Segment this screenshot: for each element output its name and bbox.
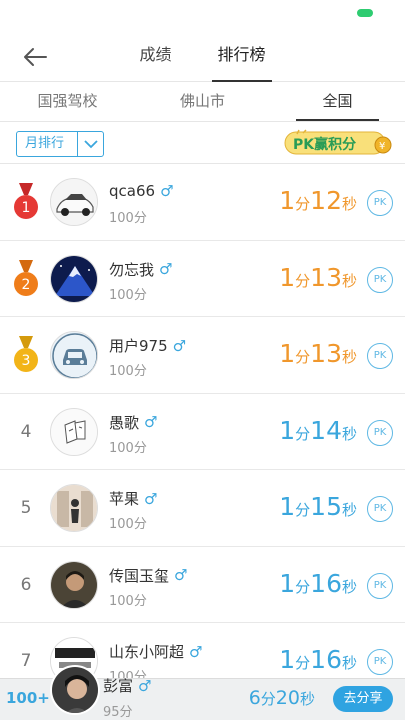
male-icon: ♂ (144, 489, 158, 508)
subtab-city[interactable]: 佛山市 (135, 82, 270, 121)
my-ranking-bar: 100+ 彭富 ♂ 95分 6分20秒 去分享 (0, 665, 405, 720)
user-score: 100分 (109, 364, 147, 379)
room-avatar[interactable] (50, 484, 98, 532)
completion-time: 1分13秒 (279, 262, 357, 292)
completion-time: 1分14秒 (279, 415, 357, 445)
my-score: 95分 (103, 705, 133, 720)
yellow-medal-icon: 3 (14, 336, 38, 372)
list-item[interactable]: 1 qca66 ♂ 100分 1分12秒 PK (0, 164, 405, 241)
svg-text:1: 1 (22, 200, 31, 216)
svg-text:¥: ¥ (379, 141, 385, 152)
filter-bar: 月排行 PK赢积分 ¥ (0, 122, 405, 164)
period-dropdown-label: 月排行 (25, 136, 65, 151)
completion-time: 1分13秒 (279, 339, 357, 368)
completion-time: 1分15秒 (279, 492, 357, 521)
rank-badge: 1 (10, 164, 42, 240)
my-avatar[interactable] (50, 665, 100, 715)
pk-button[interactable]: PK (367, 649, 393, 675)
completion-time: 1分16秒 (279, 568, 357, 598)
rank-badge: 3 (10, 317, 42, 393)
red-medal-icon: 1 (14, 183, 38, 219)
user-name: 愚歌 (109, 413, 140, 432)
pk-button[interactable]: PK (367, 572, 393, 599)
rank-number: 7 (20, 651, 32, 671)
orange-medal-icon: 2 (14, 259, 38, 296)
user-score: 100分 (109, 517, 147, 532)
rank-number: 6 (20, 574, 32, 595)
pk-button[interactable]: PK (367, 266, 393, 293)
user-name: 勿忘我 (109, 260, 155, 279)
user-score: 100分 (109, 593, 147, 609)
user-score: 100分 (109, 287, 147, 303)
user-name: 苹果 (109, 490, 140, 508)
completion-time: 1分16秒 (279, 645, 357, 674)
tab-leaderboard[interactable]: 排行榜 (210, 32, 274, 82)
share-button[interactable]: 去分享 (333, 686, 393, 712)
male-icon: ♂ (174, 566, 188, 584)
male-icon: ♂ (138, 676, 152, 695)
male-icon: ♂ (172, 336, 187, 355)
leaderboard-list[interactable]: 1 qca66 ♂ 100分 1分12秒 PK 2 勿忘我 ♂ 100分 1分1… (0, 164, 405, 678)
male-icon: ♂ (144, 413, 158, 431)
list-item[interactable]: 3 用户975 ♂ 100分 1分13秒 PK (0, 317, 405, 394)
list-item[interactable]: 6 传国玉玺 ♂ 100分 1分16秒 PK (0, 547, 405, 623)
my-completion-time: 6分20秒 (248, 687, 315, 709)
default-car-avatar[interactable] (50, 331, 98, 379)
male-icon: ♂ (189, 642, 203, 661)
pk-button[interactable]: PK (367, 419, 393, 446)
pk-button[interactable]: PK (367, 496, 393, 522)
rank-badge: 2 (10, 241, 42, 317)
subtab-school[interactable]: 国强驾校 (0, 82, 135, 121)
my-rank: 100+ (6, 689, 50, 707)
period-dropdown[interactable]: 月排行 (16, 131, 104, 157)
chevron-down-icon (77, 132, 103, 156)
sketch-avatar[interactable] (50, 407, 98, 456)
male-icon: ♂ (160, 182, 174, 200)
user-name: 传国玉玺 (109, 566, 170, 585)
rank-number: 4 (20, 421, 32, 442)
user-name: 用户975 (109, 337, 168, 355)
completion-time: 1分12秒 (279, 186, 357, 215)
rank-number: 5 (20, 498, 32, 518)
tab-scores[interactable]: 成绩 (131, 32, 179, 82)
list-item[interactable]: 5 苹果 ♂ 100分 1分15秒 PK (0, 470, 405, 547)
user-score: 100分 (109, 211, 147, 226)
mountain-avatar[interactable] (50, 254, 98, 303)
list-item[interactable]: 4 愚歌 ♂ 100分 1分14秒 PK (0, 394, 405, 470)
scope-tabs: 国强驾校 佛山市 全国 (0, 82, 405, 122)
pk-button[interactable]: PK (367, 190, 393, 216)
list-item[interactable]: 2 勿忘我 ♂ 100分 1分13秒 PK (0, 241, 405, 317)
pk-button[interactable]: PK (367, 343, 393, 369)
battery-icon (357, 9, 373, 17)
subtab-national[interactable]: 全国 (270, 82, 405, 121)
pk-win-points-banner[interactable]: PK赢积分 ¥ (283, 128, 395, 158)
car-avatar[interactable] (50, 178, 98, 226)
user-name: 山东小阿超 (109, 643, 185, 661)
user-score: 100分 (109, 440, 147, 456)
status-bar (0, 0, 405, 32)
male-icon: ♂ (159, 260, 173, 278)
my-name: 彭富 (103, 677, 134, 695)
user-name: qca66 (109, 182, 156, 200)
top-navigation: 成绩 排行榜 (0, 32, 405, 82)
pk-banner-text: PK赢积分 (293, 136, 356, 153)
svg-text:3: 3 (22, 353, 31, 369)
portrait-avatar[interactable] (50, 560, 98, 609)
svg-text:2: 2 (22, 277, 31, 293)
